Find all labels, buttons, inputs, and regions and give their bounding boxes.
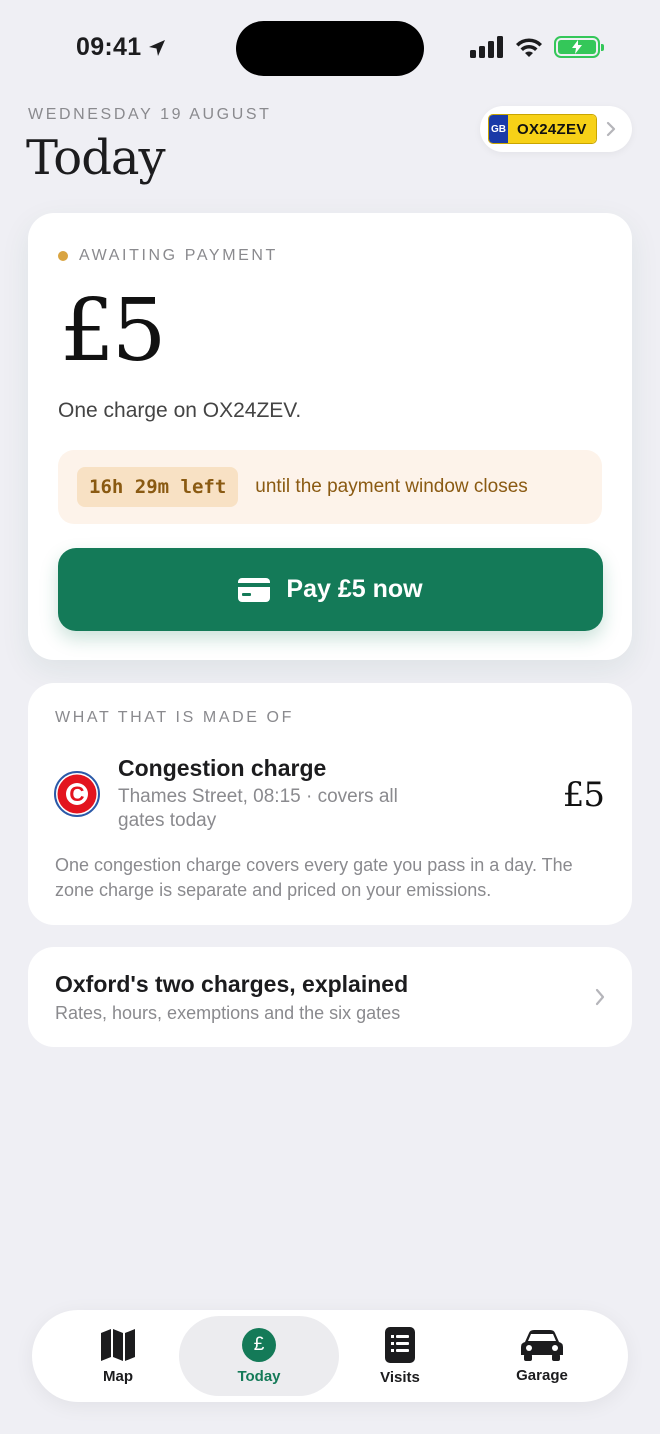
breakdown-note: One congestion charge covers every gate …	[55, 855, 573, 900]
payment-card: AWAITING PAYMENT £5 One charge on OX24ZE…	[28, 213, 632, 660]
dynamic-island	[236, 21, 424, 76]
charges-explainer-link[interactable]: Oxford's two charges, explained Rates, h…	[28, 947, 632, 1047]
explainer-subtitle: Rates, hours, exemptions and the six gat…	[55, 1003, 401, 1023]
payment-deadline-banner: 16h 29m left until the payment window cl…	[58, 450, 602, 524]
tab-map[interactable]: Map	[42, 1316, 194, 1396]
pound-icon: £	[242, 1327, 276, 1362]
congestion-charge-logo-icon: C	[54, 771, 100, 817]
countdown-chip: 16h 29m left	[77, 467, 239, 507]
car-icon	[521, 1329, 563, 1361]
pay-now-label: Pay £5 now	[286, 575, 423, 603]
payment-status-text: AWAITING PAYMENT	[79, 247, 278, 264]
tab-map-label: Map	[103, 1367, 133, 1385]
charge-item-title: Congestion charge	[118, 755, 327, 781]
status-time: 09:41	[76, 33, 167, 62]
payment-status: AWAITING PAYMENT	[58, 247, 278, 265]
charging-bolt-icon	[572, 40, 582, 54]
credit-card-icon	[238, 577, 271, 602]
map-icon	[101, 1328, 135, 1361]
charge-item-subtitle: Thames Street, 08:15 · covers all gates …	[118, 786, 398, 831]
charge-description: One charge on OX24ZEV.	[58, 399, 302, 422]
tab-garage[interactable]: Garage	[466, 1316, 618, 1396]
vehicle-plate-selector[interactable]: GB OX24ZEV	[480, 106, 632, 152]
page-title: Today	[26, 130, 166, 186]
date-label: WEDNESDAY 19 AUGUST	[28, 106, 272, 123]
tab-bar: Map £ Today Visits Garage	[32, 1310, 628, 1402]
charge-item-amount: £5	[562, 775, 605, 815]
tab-visits[interactable]: Visits	[324, 1316, 476, 1396]
tab-today[interactable]: £ Today	[179, 1316, 339, 1396]
status-dot-icon	[58, 251, 68, 261]
number-plate: GB OX24ZEV	[488, 114, 597, 144]
charge-breakdown-card: WHAT THAT IS MADE OF C Congestion charge…	[28, 683, 632, 925]
signal-icon	[470, 36, 503, 58]
breakdown-section-label: WHAT THAT IS MADE OF	[55, 709, 294, 726]
wifi-icon	[516, 38, 542, 57]
plate-country-code: GB	[489, 115, 508, 143]
tab-today-label: Today	[237, 1367, 281, 1385]
status-bar: 09:41	[0, 0, 660, 96]
chevron-right-icon	[606, 121, 615, 137]
pay-now-button[interactable]: Pay £5 now	[58, 548, 603, 631]
status-time-text: 09:41	[76, 33, 142, 61]
plate-registration: OX24ZEV	[508, 115, 596, 143]
list-icon	[385, 1326, 415, 1363]
tab-garage-label: Garage	[516, 1366, 568, 1384]
tab-visits-label: Visits	[380, 1368, 420, 1386]
battery-icon	[554, 36, 604, 58]
location-arrow-icon	[149, 39, 166, 56]
explainer-title: Oxford's two charges, explained	[55, 971, 409, 997]
chevron-right-icon	[595, 988, 605, 1006]
payment-amount: £5	[60, 281, 166, 381]
countdown-note: until the payment window closes	[255, 476, 528, 497]
logo-letter: C	[69, 783, 84, 806]
status-indicators	[470, 36, 604, 58]
